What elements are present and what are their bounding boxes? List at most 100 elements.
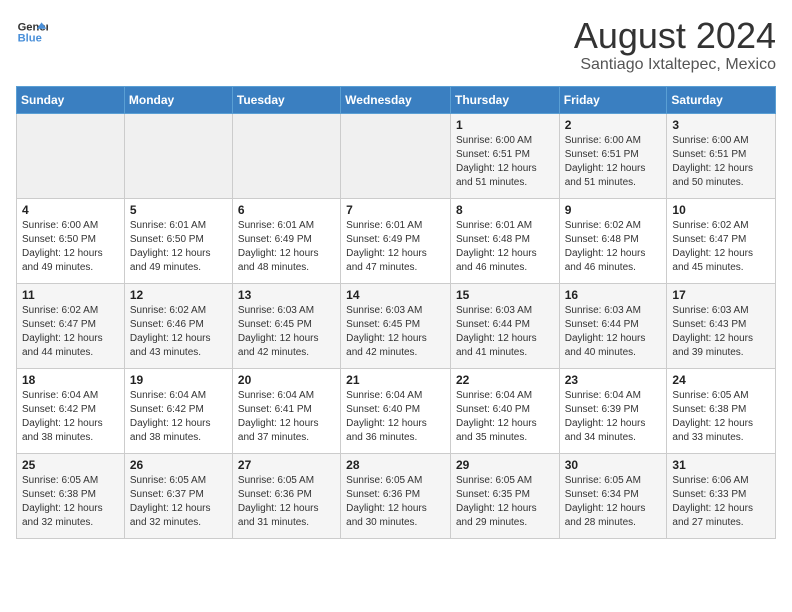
- calendar-cell: 8 Sunrise: 6:01 AM Sunset: 6:48 PM Daylig…: [450, 198, 559, 283]
- day-info: Sunrise: 6:00 AM Sunset: 6:51 PM Dayligh…: [672, 134, 770, 190]
- calendar-cell: 16 Sunrise: 6:03 AM Sunset: 6:44 PM Dayli…: [559, 283, 667, 368]
- day-number: 29: [456, 458, 554, 472]
- day-info: Sunrise: 6:03 AM Sunset: 6:44 PM Dayligh…: [565, 304, 662, 360]
- page-header: General Blue August 2024 Santiago Ixtalt…: [16, 16, 776, 74]
- calendar-cell: 23 Sunrise: 6:04 AM Sunset: 6:39 PM Dayli…: [559, 368, 667, 453]
- day-info: Sunrise: 6:05 AM Sunset: 6:38 PM Dayligh…: [22, 474, 119, 530]
- calendar-cell: 11 Sunrise: 6:02 AM Sunset: 6:47 PM Dayli…: [17, 283, 125, 368]
- calendar-cell: 6 Sunrise: 6:01 AM Sunset: 6:49 PM Daylig…: [232, 198, 340, 283]
- calendar-cell: 24Sunrise: 6:05 AM Sunset: 6:38 PM Dayli…: [667, 368, 776, 453]
- week-row-5: 25Sunrise: 6:05 AM Sunset: 6:38 PM Dayli…: [17, 453, 776, 538]
- day-info: Sunrise: 6:00 AM Sunset: 6:51 PM Dayligh…: [565, 134, 662, 190]
- day-number: 27: [238, 458, 335, 472]
- day-info: Sunrise: 6:02 AM Sunset: 6:47 PM Dayligh…: [672, 219, 770, 275]
- day-info: Sunrise: 6:03 AM Sunset: 6:43 PM Dayligh…: [672, 304, 770, 360]
- day-number: 24: [672, 373, 770, 387]
- day-number: 18: [22, 373, 119, 387]
- day-number: 21: [346, 373, 445, 387]
- weekday-header-row: SundayMondayTuesdayWednesdayThursdayFrid…: [17, 86, 776, 113]
- day-number: 23: [565, 373, 662, 387]
- calendar-cell: 31 Sunrise: 6:06 AM Sunset: 6:33 PM Dayli…: [667, 453, 776, 538]
- calendar-cell: 15 Sunrise: 6:03 AM Sunset: 6:44 PM Dayli…: [450, 283, 559, 368]
- calendar-cell: 30 Sunrise: 6:05 AM Sunset: 6:34 PM Dayli…: [559, 453, 667, 538]
- day-info: Sunrise: 6:02 AM Sunset: 6:46 PM Dayligh…: [130, 304, 227, 360]
- day-info: Sunrise: 6:04 AM Sunset: 6:40 PM Dayligh…: [346, 389, 445, 445]
- main-title: August 2024: [574, 16, 776, 56]
- day-number: 6: [238, 203, 335, 217]
- day-number: 2: [565, 118, 662, 132]
- calendar-cell: 10 Sunrise: 6:02 AM Sunset: 6:47 PM Dayli…: [667, 198, 776, 283]
- day-number: 17: [672, 288, 770, 302]
- logo: General Blue: [16, 16, 48, 48]
- calendar-cell: 22 Sunrise: 6:04 AM Sunset: 6:40 PM Dayli…: [450, 368, 559, 453]
- calendar-cell: 5 Sunrise: 6:01 AM Sunset: 6:50 PM Daylig…: [124, 198, 232, 283]
- day-number: 28: [346, 458, 445, 472]
- day-number: 3: [672, 118, 770, 132]
- day-info: Sunrise: 6:05 AM Sunset: 6:37 PM Dayligh…: [130, 474, 227, 530]
- day-info: Sunrise: 6:04 AM Sunset: 6:39 PM Dayligh…: [565, 389, 662, 445]
- calendar-cell: 14 Sunrise: 6:03 AM Sunset: 6:45 PM Dayli…: [341, 283, 451, 368]
- day-number: 19: [130, 373, 227, 387]
- day-info: Sunrise: 6:01 AM Sunset: 6:48 PM Dayligh…: [456, 219, 554, 275]
- day-number: 7: [346, 203, 445, 217]
- weekday-header-saturday: Saturday: [667, 86, 776, 113]
- day-info: Sunrise: 6:01 AM Sunset: 6:49 PM Dayligh…: [346, 219, 445, 275]
- svg-text:Blue: Blue: [18, 33, 42, 45]
- week-row-3: 11 Sunrise: 6:02 AM Sunset: 6:47 PM Dayli…: [17, 283, 776, 368]
- day-number: 22: [456, 373, 554, 387]
- day-number: 9: [565, 203, 662, 217]
- day-number: 20: [238, 373, 335, 387]
- calendar-cell: 26 Sunrise: 6:05 AM Sunset: 6:37 PM Dayli…: [124, 453, 232, 538]
- calendar-table: SundayMondayTuesdayWednesdayThursdayFrid…: [16, 86, 776, 539]
- day-info: Sunrise: 6:02 AM Sunset: 6:47 PM Dayligh…: [22, 304, 119, 360]
- calendar-cell: [341, 113, 451, 198]
- calendar-cell: 19 Sunrise: 6:04 AM Sunset: 6:42 PM Dayli…: [124, 368, 232, 453]
- day-number: 5: [130, 203, 227, 217]
- day-number: 12: [130, 288, 227, 302]
- day-info: Sunrise: 6:03 AM Sunset: 6:45 PM Dayligh…: [238, 304, 335, 360]
- day-info: Sunrise: 6:06 AM Sunset: 6:33 PM Dayligh…: [672, 474, 770, 530]
- day-info: Sunrise: 6:05 AM Sunset: 6:34 PM Dayligh…: [565, 474, 662, 530]
- calendar-cell: 20 Sunrise: 6:04 AM Sunset: 6:41 PM Dayli…: [232, 368, 340, 453]
- day-info: Sunrise: 6:04 AM Sunset: 6:41 PM Dayligh…: [238, 389, 335, 445]
- day-number: 16: [565, 288, 662, 302]
- week-row-2: 4Sunrise: 6:00 AM Sunset: 6:50 PM Daylig…: [17, 198, 776, 283]
- calendar-cell: [17, 113, 125, 198]
- day-number: 30: [565, 458, 662, 472]
- day-info: Sunrise: 6:03 AM Sunset: 6:45 PM Dayligh…: [346, 304, 445, 360]
- weekday-header-wednesday: Wednesday: [341, 86, 451, 113]
- day-number: 31: [672, 458, 770, 472]
- day-info: Sunrise: 6:01 AM Sunset: 6:49 PM Dayligh…: [238, 219, 335, 275]
- day-number: 8: [456, 203, 554, 217]
- calendar-cell: 17 Sunrise: 6:03 AM Sunset: 6:43 PM Dayli…: [667, 283, 776, 368]
- day-info: Sunrise: 6:03 AM Sunset: 6:44 PM Dayligh…: [456, 304, 554, 360]
- day-info: Sunrise: 6:00 AM Sunset: 6:51 PM Dayligh…: [456, 134, 554, 190]
- calendar-cell: 18Sunrise: 6:04 AM Sunset: 6:42 PM Dayli…: [17, 368, 125, 453]
- calendar-cell: [232, 113, 340, 198]
- day-number: 14: [346, 288, 445, 302]
- calendar-cell: 4Sunrise: 6:00 AM Sunset: 6:50 PM Daylig…: [17, 198, 125, 283]
- day-number: 4: [22, 203, 119, 217]
- weekday-header-friday: Friday: [559, 86, 667, 113]
- calendar-cell: 2 Sunrise: 6:00 AM Sunset: 6:51 PM Daylig…: [559, 113, 667, 198]
- sub-title: Santiago Ixtaltepec, Mexico: [574, 56, 776, 74]
- calendar-cell: 9Sunrise: 6:02 AM Sunset: 6:48 PM Daylig…: [559, 198, 667, 283]
- day-number: 26: [130, 458, 227, 472]
- day-info: Sunrise: 6:05 AM Sunset: 6:35 PM Dayligh…: [456, 474, 554, 530]
- day-number: 1: [456, 118, 554, 132]
- week-row-1: 1 Sunrise: 6:00 AM Sunset: 6:51 PM Daylig…: [17, 113, 776, 198]
- day-info: Sunrise: 6:04 AM Sunset: 6:42 PM Dayligh…: [130, 389, 227, 445]
- day-number: 13: [238, 288, 335, 302]
- calendar-cell: 27Sunrise: 6:05 AM Sunset: 6:36 PM Dayli…: [232, 453, 340, 538]
- day-number: 10: [672, 203, 770, 217]
- day-info: Sunrise: 6:04 AM Sunset: 6:40 PM Dayligh…: [456, 389, 554, 445]
- calendar-cell: 3 Sunrise: 6:00 AM Sunset: 6:51 PM Daylig…: [667, 113, 776, 198]
- day-number: 11: [22, 288, 119, 302]
- day-info: Sunrise: 6:01 AM Sunset: 6:50 PM Dayligh…: [130, 219, 227, 275]
- weekday-header-monday: Monday: [124, 86, 232, 113]
- calendar-cell: 13 Sunrise: 6:03 AM Sunset: 6:45 PM Dayli…: [232, 283, 340, 368]
- weekday-header-sunday: Sunday: [17, 86, 125, 113]
- calendar-cell: 25Sunrise: 6:05 AM Sunset: 6:38 PM Dayli…: [17, 453, 125, 538]
- calendar-cell: 21 Sunrise: 6:04 AM Sunset: 6:40 PM Dayli…: [341, 368, 451, 453]
- day-number: 15: [456, 288, 554, 302]
